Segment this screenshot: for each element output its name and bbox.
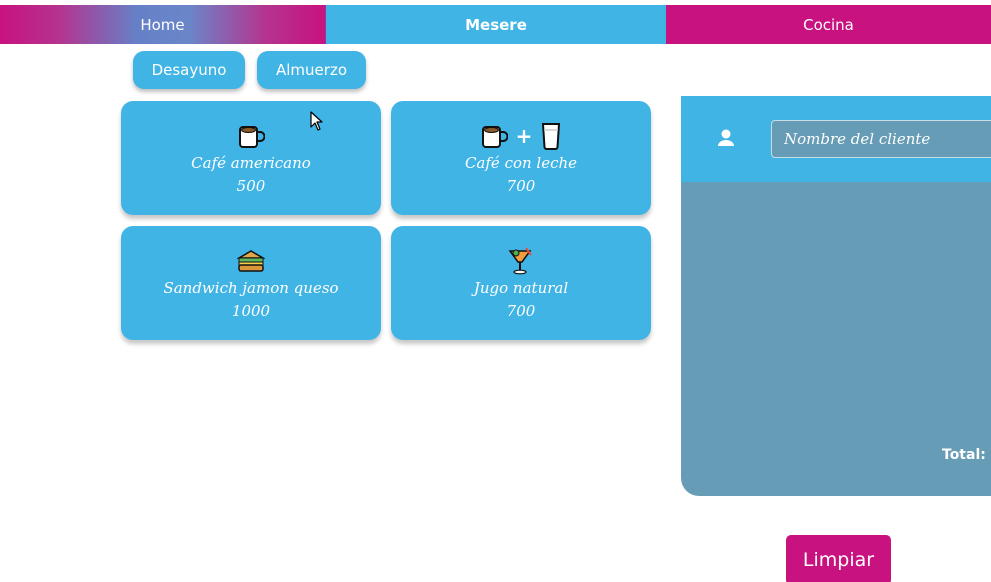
product-name: Café con leche	[464, 154, 578, 172]
clear-button[interactable]: Limpiar	[786, 535, 891, 582]
card-icons	[237, 121, 265, 151]
juice-glass-icon	[508, 247, 532, 275]
product-price: 700	[506, 177, 536, 195]
card-icons	[507, 246, 535, 276]
product-name: Café americano	[191, 154, 311, 172]
sandwich-icon	[237, 250, 265, 272]
mouse-cursor-icon	[310, 111, 323, 131]
client-name-input[interactable]	[771, 120, 991, 158]
order-header	[681, 96, 991, 182]
milk-glass-icon	[542, 123, 561, 150]
product-card-sandwich-jamon-queso[interactable]: Sandwich jamon queso 1000	[121, 226, 381, 340]
nav-tab-home[interactable]: Home	[0, 5, 325, 44]
product-price: 500	[236, 177, 266, 195]
order-panel: Total:	[681, 96, 991, 496]
product-card-jugo-natural[interactable]: Jugo natural 700	[391, 226, 651, 340]
user-icon	[718, 129, 734, 146]
card-icons	[237, 246, 265, 276]
nav-tab-mesere[interactable]: Mesere	[325, 5, 666, 44]
plus-icon: +	[515, 124, 533, 148]
category-almuerzo-button[interactable]: Almuerzo	[257, 51, 366, 89]
top-navigation: Home Mesere Cocina	[0, 5, 991, 44]
total-label: Total:	[942, 447, 986, 463]
product-card-cafe-con-leche[interactable]: + Café con leche 700	[391, 101, 651, 215]
product-name: Sandwich jamon queso	[163, 279, 339, 297]
product-price: 1000	[231, 302, 271, 320]
card-icons: +	[480, 121, 563, 151]
product-name: Jugo natural	[473, 279, 569, 297]
product-price: 700	[506, 302, 536, 320]
category-desayuno-button[interactable]: Desayuno	[133, 51, 245, 89]
coffee-cup-icon	[481, 126, 508, 148]
product-card-cafe-americano[interactable]: Café americano 500	[121, 101, 381, 215]
coffee-cup-icon	[239, 126, 265, 148]
nav-tab-cocina[interactable]: Cocina	[666, 5, 991, 44]
